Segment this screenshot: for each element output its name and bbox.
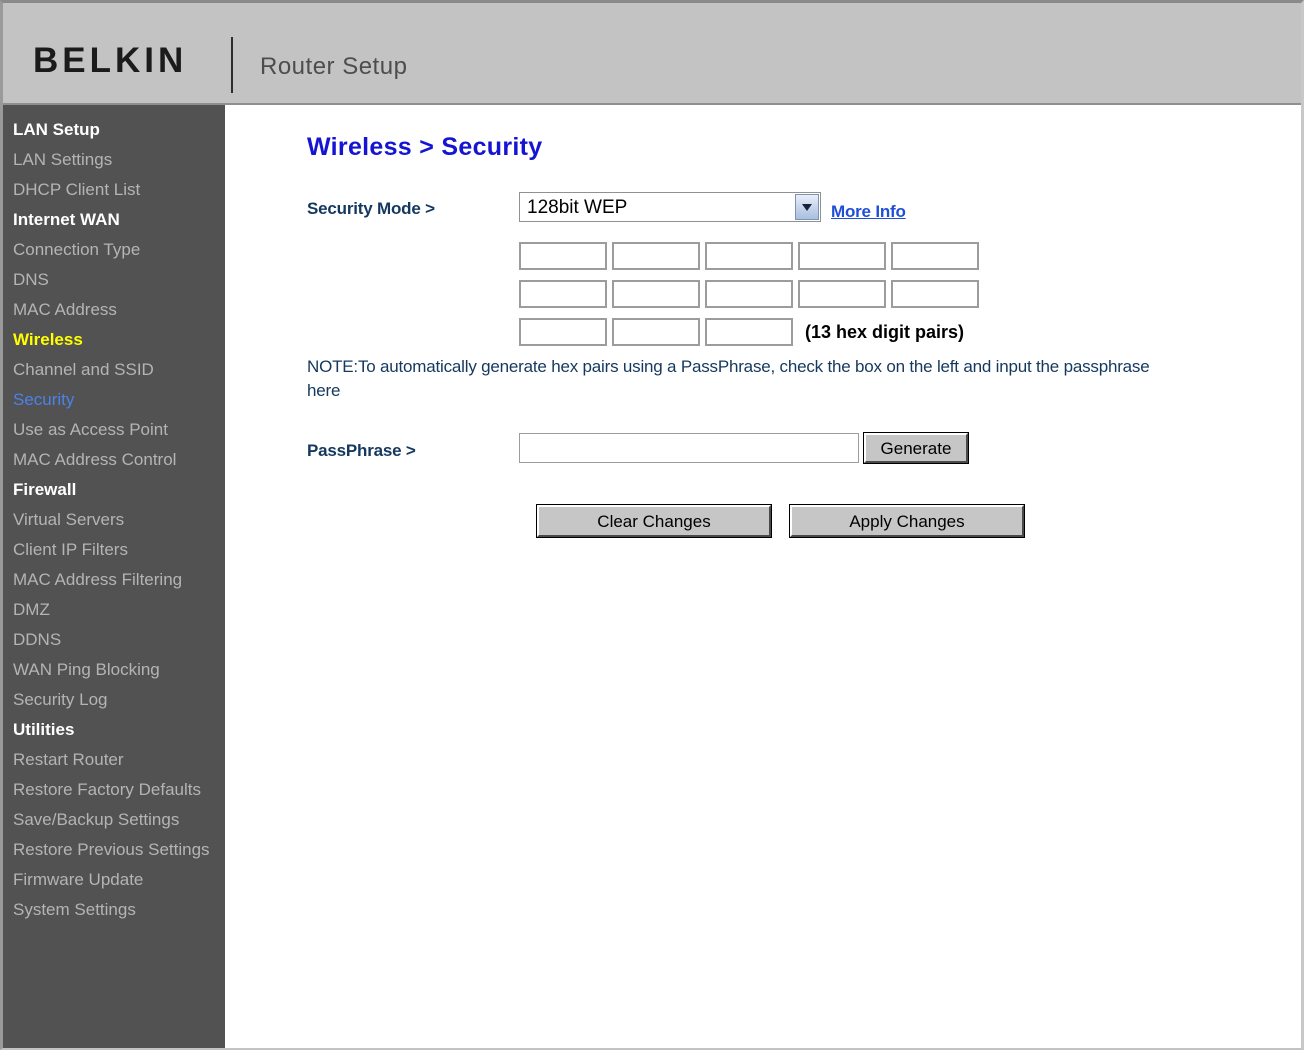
- wep-key-field-6[interactable]: [519, 280, 607, 308]
- wep-key-field-2[interactable]: [612, 242, 700, 270]
- sidebar-item-restore-previous-settings[interactable]: Restore Previous Settings: [3, 835, 225, 865]
- sidebar-item-wan-ping-blocking[interactable]: WAN Ping Blocking: [3, 655, 225, 685]
- security-mode-select[interactable]: 128bit WEP: [519, 192, 821, 222]
- sidebar-item-firewall: Firewall: [13, 480, 77, 499]
- sidebar-item-ddns[interactable]: DDNS: [3, 625, 225, 655]
- security-mode-value: 128bit WEP: [527, 197, 628, 218]
- generate-button[interactable]: Generate: [863, 432, 969, 464]
- wep-key-field-11[interactable]: [519, 318, 607, 346]
- sidebar-item-mac-address[interactable]: MAC Address: [3, 295, 225, 325]
- wep-key-field-9[interactable]: [798, 280, 886, 308]
- more-info-link[interactable]: More Info: [831, 202, 906, 222]
- wep-key-field-4[interactable]: [798, 242, 886, 270]
- sidebar-item-firmware-update[interactable]: Firmware Update: [3, 865, 225, 895]
- hex-digit-pairs-hint: (13 hex digit pairs): [805, 322, 965, 342]
- main-content: Wireless > Security Security Mode > 128b…: [225, 105, 1301, 1048]
- wep-key-field-3[interactable]: [705, 242, 793, 270]
- page-header: BELKIN Router Setup: [3, 3, 1301, 105]
- sidebar-item-restart-router[interactable]: Restart Router: [3, 745, 225, 775]
- sidebar-item-dmz[interactable]: DMZ: [3, 595, 225, 625]
- apply-changes-button[interactable]: Apply Changes: [789, 504, 1025, 538]
- security-mode-label: Security Mode >: [307, 199, 435, 218]
- wep-key-field-7[interactable]: [612, 280, 700, 308]
- sidebar-item-virtual-servers[interactable]: Virtual Servers: [3, 505, 225, 535]
- wep-key-field-8[interactable]: [705, 280, 793, 308]
- sidebar-item-lan-setup: LAN Setup: [13, 120, 100, 139]
- sidebar-item-dns[interactable]: DNS: [3, 265, 225, 295]
- wep-key-field-13[interactable]: [705, 318, 793, 346]
- header-divider: [231, 37, 233, 93]
- sidebar-item-channel-and-ssid[interactable]: Channel and SSID: [3, 355, 225, 385]
- sidebar-item-lan-settings[interactable]: LAN Settings: [3, 145, 225, 175]
- sidebar-item-dhcp-client-list[interactable]: DHCP Client List: [3, 175, 225, 205]
- sidebar-item-security[interactable]: Security: [3, 385, 225, 415]
- wep-key-grid: (13 hex digit pairs): [519, 242, 984, 356]
- sidebar-item-restore-factory-defaults[interactable]: Restore Factory Defaults: [3, 775, 225, 805]
- clear-changes-button[interactable]: Clear Changes: [536, 504, 772, 538]
- sidebar-item-mac-address-filtering[interactable]: MAC Address Filtering: [3, 565, 225, 595]
- passphrase-input[interactable]: [519, 433, 859, 463]
- sidebar-item-security-log[interactable]: Security Log: [3, 685, 225, 715]
- sidebar-item-client-ip-filters[interactable]: Client IP Filters: [3, 535, 225, 565]
- wep-key-row: [519, 280, 984, 318]
- wep-key-field-5[interactable]: [891, 242, 979, 270]
- wep-key-row: [519, 242, 984, 280]
- sidebar-item-internet-wan: Internet WAN: [13, 210, 120, 229]
- chevron-down-glyph: [802, 203, 812, 211]
- sidebar-item-wireless[interactable]: Wireless: [3, 325, 225, 355]
- sidebar-item-utilities: Utilities: [13, 720, 75, 739]
- passphrase-label: PassPhrase >: [307, 441, 416, 460]
- sidebar-item-use-as-access-point[interactable]: Use as Access Point: [3, 415, 225, 445]
- sidebar-item-save-backup-settings[interactable]: Save/Backup Settings: [3, 805, 225, 835]
- router-setup-page: BELKIN Router Setup LAN Setup LAN Setting…: [0, 0, 1304, 1050]
- belkin-logo: BELKIN: [33, 41, 188, 80]
- sidebar-item-system-settings[interactable]: System Settings: [3, 895, 225, 925]
- sidebar-item-connection-type[interactable]: Connection Type: [3, 235, 225, 265]
- header-title: Router Setup: [260, 53, 408, 80]
- wep-key-field-10[interactable]: [891, 280, 979, 308]
- page-title: Wireless > Security: [307, 133, 543, 161]
- wep-key-row: (13 hex digit pairs): [519, 318, 984, 356]
- wep-key-field-12[interactable]: [612, 318, 700, 346]
- sidebar-navigation: LAN Setup LAN Settings DHCP Client List Int…: [3, 105, 225, 1048]
- wep-key-field-1[interactable]: [519, 242, 607, 270]
- passphrase-note: NOTE:To automatically generate hex pairs…: [307, 357, 1150, 400]
- chevron-down-icon[interactable]: [795, 194, 819, 220]
- sidebar-item-mac-address-control[interactable]: MAC Address Control: [3, 445, 225, 475]
